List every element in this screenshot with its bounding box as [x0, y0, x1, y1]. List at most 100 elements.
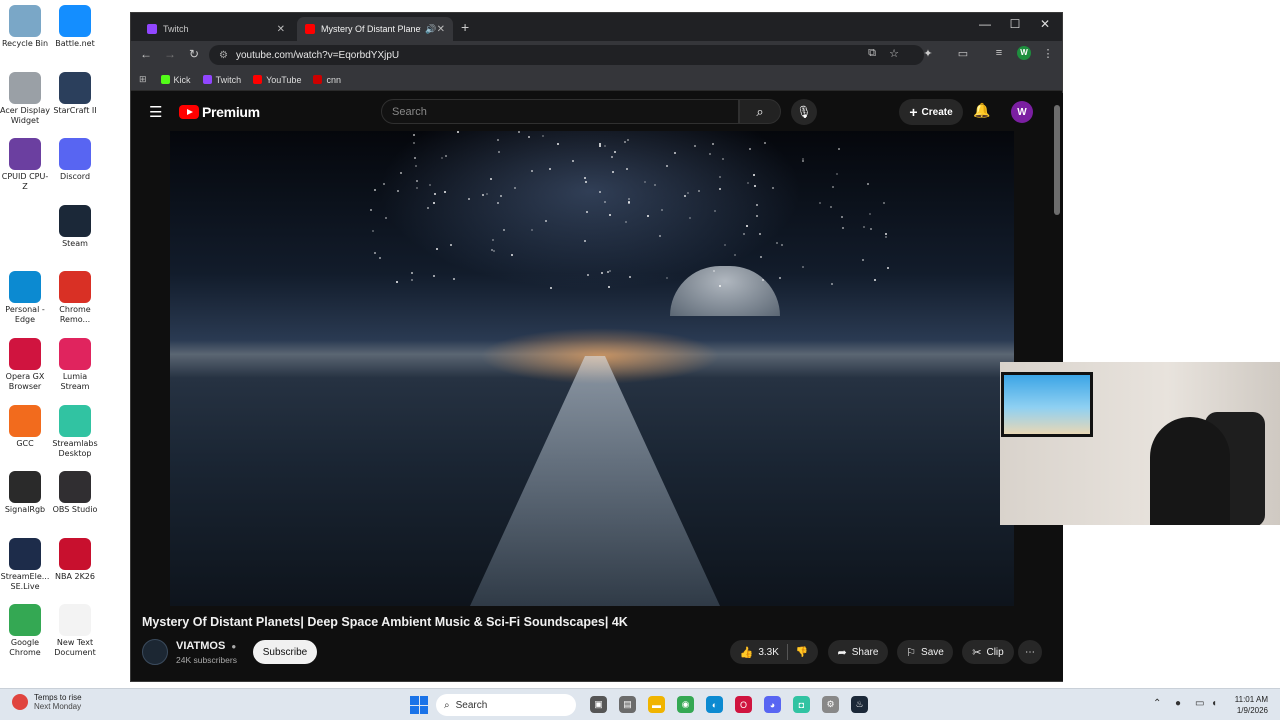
site-info-icon[interactable]: ⚙: [219, 50, 228, 61]
channel-avatar[interactable]: [142, 639, 168, 665]
video-star: [370, 208, 373, 211]
video-star: [763, 141, 766, 144]
account-avatar[interactable]: W: [1011, 101, 1033, 123]
desktop-icon[interactable]: StarCraft II: [50, 71, 100, 116]
desktop-icon[interactable]: New Text Document: [50, 604, 100, 658]
desktop-icon[interactable]: OBS Studio: [50, 471, 100, 515]
voice-search-button[interactable]: 🎙: [791, 99, 817, 125]
desktop-icon[interactable]: Opera GX Browser: [0, 338, 50, 392]
install-app-icon[interactable]: ⧉: [864, 47, 880, 60]
network-icon[interactable]: ▭: [1195, 698, 1204, 709]
kick-icon: [160, 75, 170, 84]
desktop-icon[interactable]: NBA 2K26: [50, 537, 100, 582]
bookmark-kick[interactable]: Kick: [160, 74, 191, 85]
desktop-icon[interactable]: Google Chrome: [0, 604, 50, 658]
task-view-icon[interactable]: ▣: [590, 696, 607, 713]
back-button[interactable]: ←: [138, 47, 154, 61]
subscribe-button[interactable]: Subscribe: [253, 640, 317, 664]
widgets-icon[interactable]: ▤: [619, 696, 636, 713]
settings-gear-icon[interactable]: ⚙: [822, 696, 839, 713]
streamlabs-icon[interactable]: ◘: [793, 696, 810, 713]
chrome-icon[interactable]: ◉: [677, 696, 694, 713]
video-star: [510, 253, 513, 256]
webcam-tv: [1001, 372, 1093, 437]
video-star: [646, 215, 649, 218]
save-button[interactable]: ⚐ Save: [897, 640, 953, 664]
side-panel-icon[interactable]: ▭: [955, 47, 971, 60]
search-button[interactable]: ⌕: [739, 99, 781, 124]
more-actions-button[interactable]: ⋯: [1018, 640, 1042, 664]
file-explorer-icon[interactable]: ▬: [648, 696, 665, 713]
desktop-icon[interactable]: Lumia Stream: [50, 338, 100, 392]
desktop-icon[interactable]: Personal - Edge: [0, 271, 50, 325]
video-star: [734, 253, 737, 256]
clip-button[interactable]: ✂ Clip: [962, 640, 1014, 664]
twitch-icon: [147, 24, 157, 34]
desktop-icon[interactable]: Streamlabs Desktop: [50, 404, 100, 459]
webcam-person: [1150, 417, 1230, 525]
close-tab-icon[interactable]: ✕: [277, 24, 285, 35]
desktop-icon[interactable]: SignalRgb: [0, 471, 50, 515]
desktop-icon[interactable]: Steam: [50, 204, 100, 249]
video-star: [517, 131, 520, 133]
taskbar-clock[interactable]: 11:01 AM 1/9/2026: [1224, 694, 1268, 716]
desktop-icon[interactable]: CPUID CPU-Z: [0, 138, 50, 192]
desktop-icon[interactable]: Chrome Remo...: [50, 271, 100, 325]
tray-overflow-icon[interactable]: ⌃: [1153, 698, 1161, 709]
minimize-button[interactable]: —: [973, 17, 997, 31]
video-star: [841, 215, 844, 218]
desktop-icon[interactable]: StreamEle... SE.Live: [0, 537, 50, 592]
share-button[interactable]: ➦ Share: [828, 640, 888, 664]
bookmark-cnn[interactable]: cnn: [313, 75, 341, 85]
notifications-bell-icon[interactable]: 🔔: [973, 102, 990, 119]
speaker-icon[interactable]: 🔊: [425, 24, 436, 35]
thumbs-up-icon: 👍: [739, 646, 754, 659]
start-button[interactable]: [410, 696, 428, 714]
edge-icon[interactable]: ◐: [706, 696, 723, 713]
scrollbar-thumb[interactable]: [1054, 105, 1060, 215]
reload-button[interactable]: ↻: [186, 47, 202, 61]
youtube-logo[interactable]: Premium: [179, 104, 260, 120]
address-bar[interactable]: ⚙ youtube.com/watch?v=EqorbdYXjpU: [209, 45, 924, 65]
extensions-icon[interactable]: ✦: [920, 47, 936, 60]
video-player[interactable]: [170, 131, 1014, 606]
video-star: [416, 187, 419, 190]
forward-button[interactable]: →: [162, 47, 178, 61]
dislike-button[interactable]: 👎: [796, 647, 808, 658]
tab-youtube[interactable]: Mystery Of Distant Planets 🔊 ✕: [297, 17, 453, 41]
desktop-icon[interactable]: Acer Display Widget: [0, 71, 50, 126]
browser-menu-icon[interactable]: ⋮: [1040, 47, 1056, 60]
desktop-icon[interactable]: Battle.net: [50, 5, 100, 49]
volume-icon[interactable]: ◖: [1211, 698, 1217, 709]
bookmark-twitch[interactable]: Twitch: [202, 75, 241, 85]
new-tab-button[interactable]: +: [461, 19, 469, 35]
bookmark-label: Kick: [173, 74, 191, 85]
desktop-icon[interactable]: Discord: [50, 138, 100, 182]
close-window-button[interactable]: ✕: [1033, 17, 1057, 31]
clock-date: 1/9/2026: [1236, 706, 1268, 715]
media-control-icon[interactable]: ≡: [991, 47, 1007, 59]
channel-name[interactable]: VIATMOS ●: [176, 640, 236, 652]
weather-widget[interactable]: Temps to rise Next Monday: [12, 693, 82, 711]
menu-icon[interactable]: ☰: [149, 103, 162, 121]
taskbar-search[interactable]: ⌕ Search: [436, 694, 576, 716]
maximize-button[interactable]: ☐: [1003, 17, 1027, 31]
app-icon: [59, 471, 91, 504]
like-button[interactable]: 👍 3.3K: [740, 646, 779, 659]
create-button[interactable]: + Create: [899, 99, 963, 125]
desktop-icon[interactable]: GCC: [0, 404, 50, 449]
steam-icon[interactable]: ♨: [851, 696, 868, 713]
opera-gx-icon[interactable]: O: [735, 696, 752, 713]
microphone-tray-icon[interactable]: ●: [1175, 698, 1181, 709]
close-tab-icon[interactable]: ✕: [437, 24, 445, 35]
tab-twitch[interactable]: Twitch ✕: [139, 17, 293, 41]
video-star: [719, 188, 722, 191]
profile-avatar[interactable]: W: [1016, 46, 1032, 60]
desktop-icon[interactable]: Recycle Bin: [0, 5, 50, 49]
discord-icon[interactable]: ◕: [764, 696, 781, 713]
subscriber-count: 24K subscribers: [176, 655, 237, 665]
bookmark-star-icon[interactable]: ☆: [886, 47, 902, 60]
bookmark-youtube[interactable]: YouTube: [253, 75, 301, 85]
apps-grid-icon[interactable]: ⊞: [139, 74, 147, 85]
search-input[interactable]: Search: [381, 99, 739, 124]
